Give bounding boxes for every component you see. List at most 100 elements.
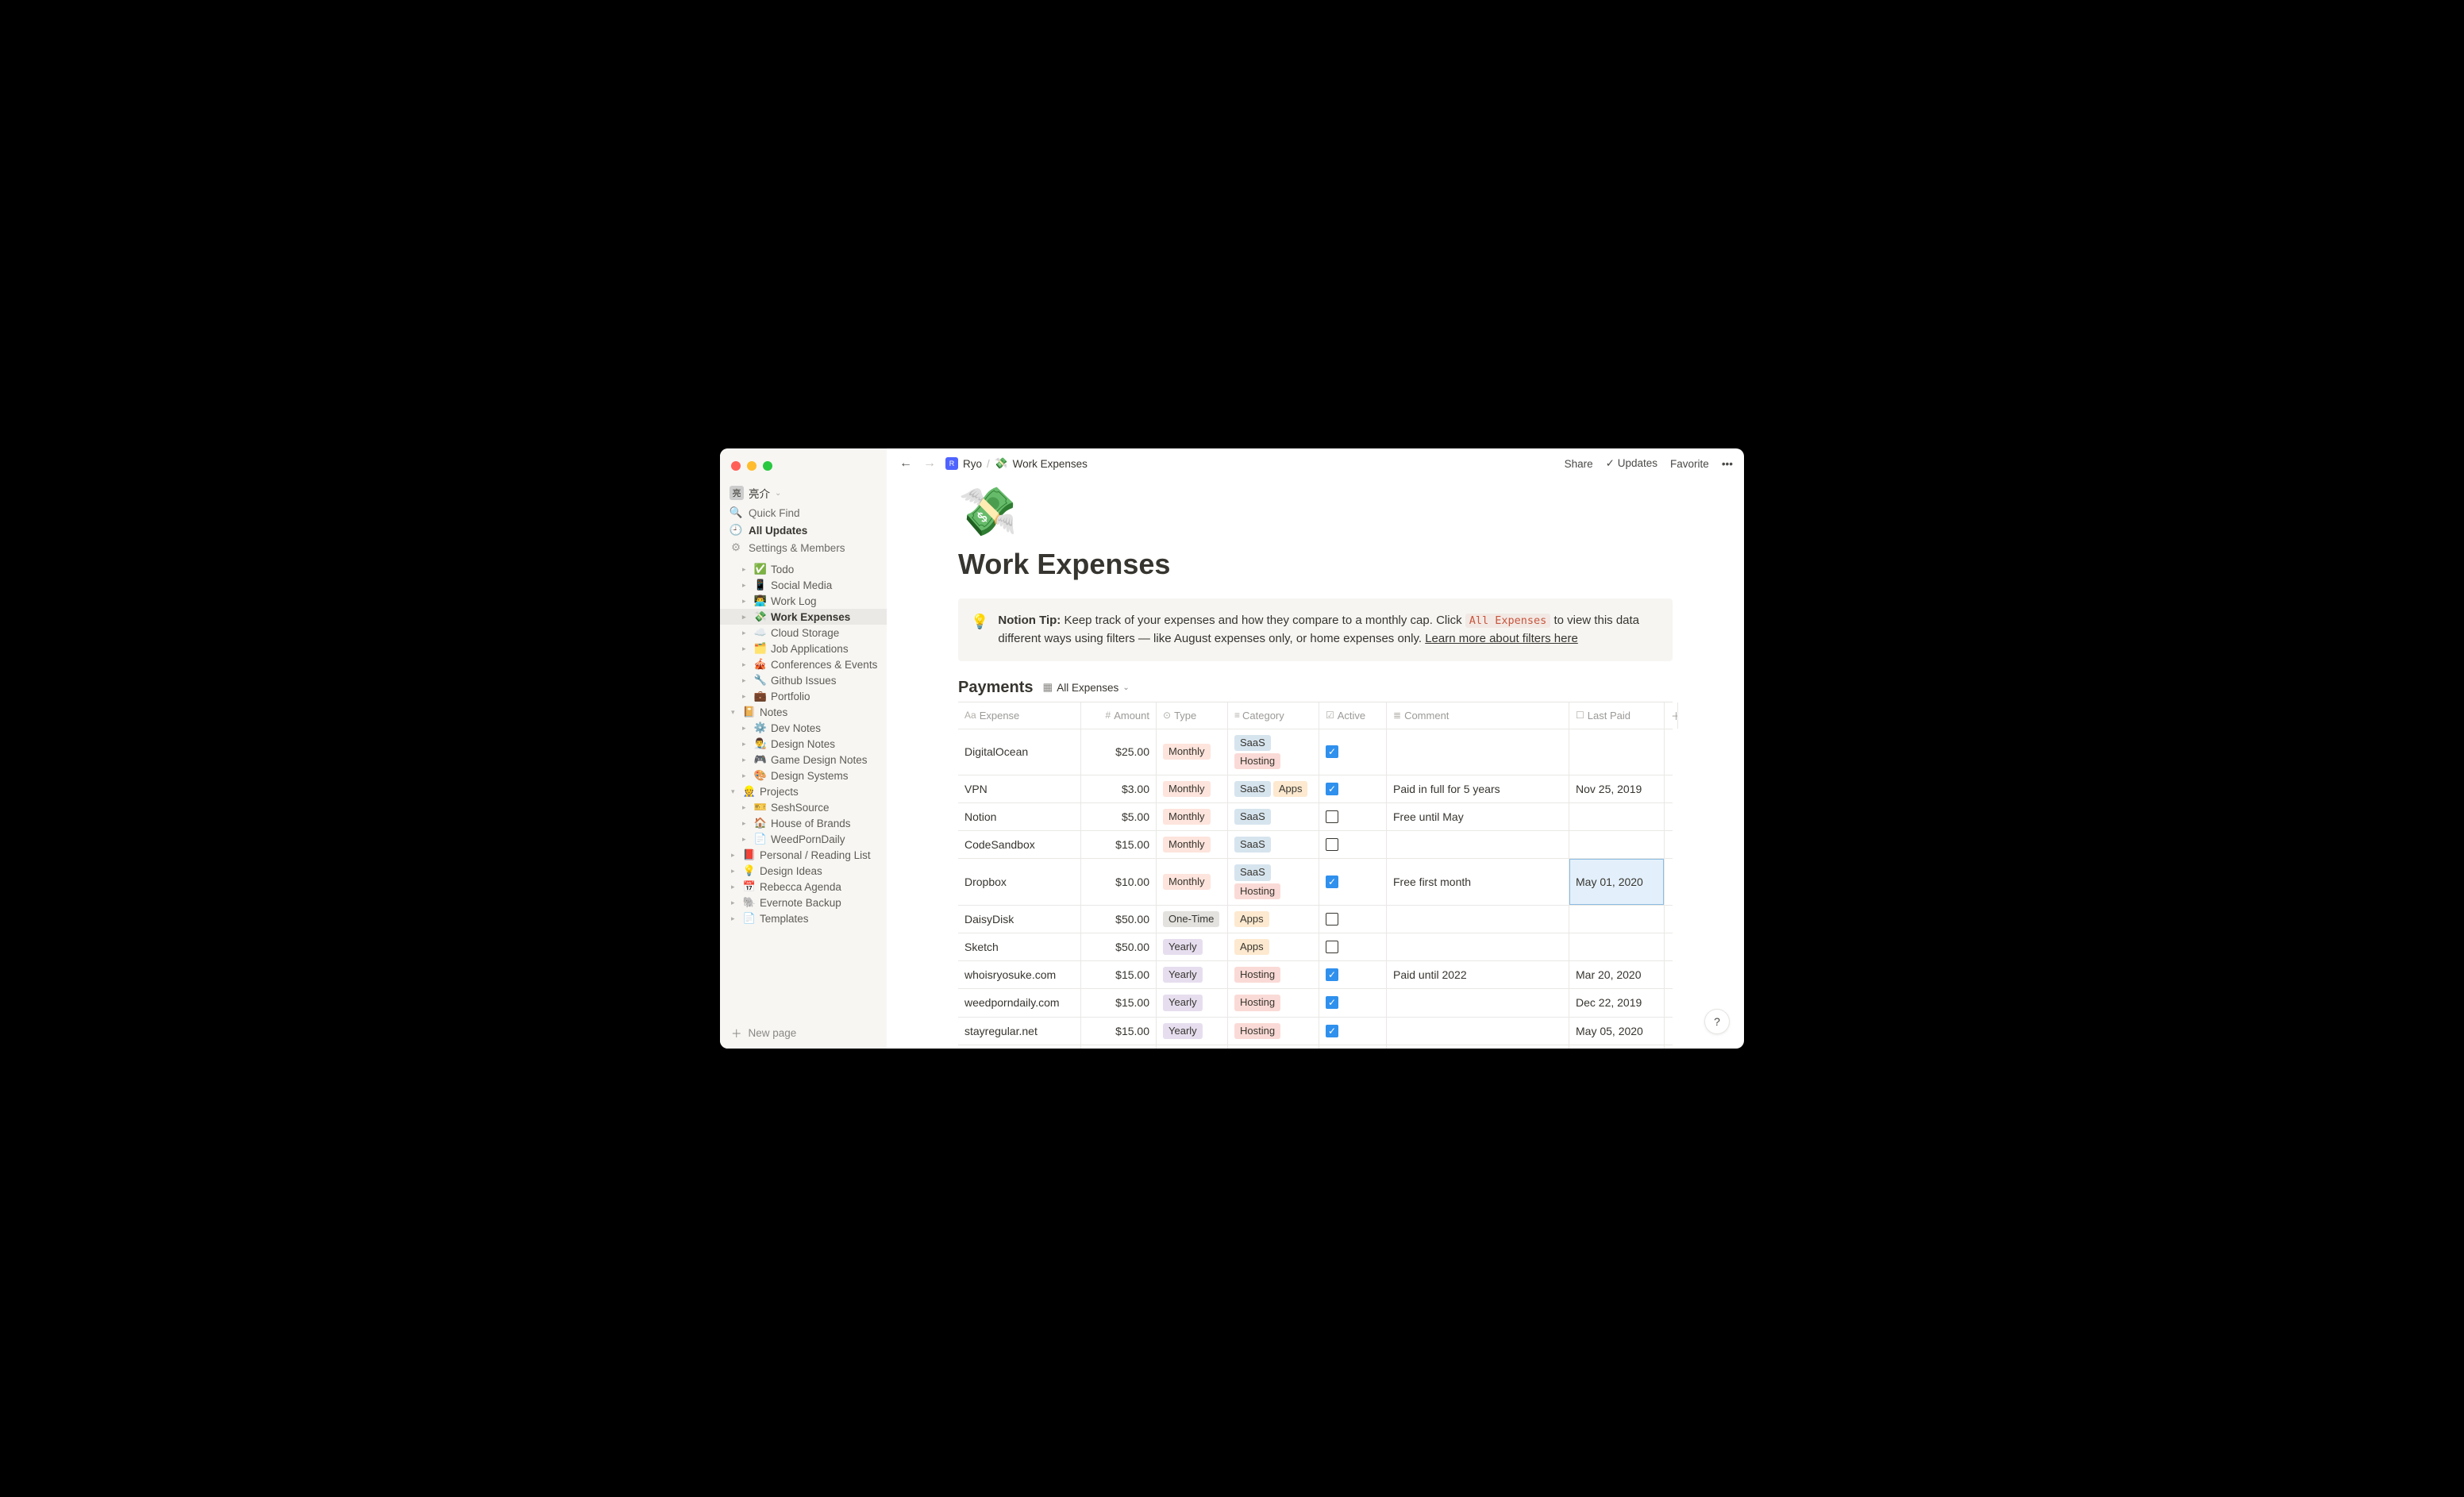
disclosure-triangle-icon[interactable]: ▸ [742, 835, 750, 844]
cell-active[interactable]: ✓ [1319, 859, 1387, 904]
col-expense[interactable]: AaExpense [958, 702, 1081, 729]
sidebar-page-dev-notes[interactable]: ▸⚙️Dev Notes [720, 720, 887, 736]
active-checkbox[interactable]: ✓ [1326, 745, 1338, 758]
add-column-button[interactable]: ＋ [1665, 702, 1678, 729]
cell-expense[interactable]: Sketch [958, 933, 1081, 960]
cell-type[interactable]: Monthly [1157, 775, 1228, 802]
cell-comment[interactable] [1387, 729, 1569, 775]
cell-type[interactable]: Monthly [1157, 831, 1228, 858]
cell-last-paid[interactable]: Dec 22, 2019 [1569, 989, 1665, 1016]
breadcrumb-current[interactable]: Work Expenses [1013, 458, 1088, 470]
active-checkbox[interactable]: ✓ [1326, 875, 1338, 888]
disclosure-triangle-icon[interactable]: ▸ [731, 867, 739, 875]
cell-active[interactable] [1319, 933, 1387, 960]
cell-type[interactable]: Yearly [1157, 1018, 1228, 1045]
table-row[interactable]: kushy.net$15.00YearlyHosting✓Jan 13, 202… [958, 1045, 1673, 1049]
disclosure-triangle-icon[interactable]: ▸ [742, 581, 750, 590]
disclosure-triangle-icon[interactable]: ▸ [731, 851, 739, 860]
close-window-button[interactable] [731, 461, 741, 471]
cell-type[interactable]: Monthly [1157, 729, 1228, 775]
all-updates[interactable]: 🕘 All Updates [720, 521, 887, 539]
disclosure-triangle-icon[interactable]: ▸ [731, 914, 739, 923]
cell-category[interactable]: SaaSHosting [1228, 859, 1319, 904]
sidebar-page-weedporndaily[interactable]: ▸📄WeedPornDaily [720, 831, 887, 847]
table-row[interactable]: DigitalOcean$25.00MonthlySaaSHosting✓ [958, 729, 1673, 775]
disclosure-triangle-icon[interactable]: ▸ [742, 692, 750, 701]
cell-active[interactable] [1319, 803, 1387, 830]
cell-type[interactable]: Monthly [1157, 859, 1228, 904]
active-checkbox[interactable]: ✓ [1326, 783, 1338, 795]
disclosure-triangle-icon[interactable]: ▸ [742, 565, 750, 574]
cell-last-paid[interactable]: Jan 13, 2020 [1569, 1045, 1665, 1049]
cell-type[interactable]: Monthly [1157, 803, 1228, 830]
cell-active[interactable]: ✓ [1319, 1045, 1387, 1049]
cell-last-paid[interactable] [1569, 831, 1665, 858]
disclosure-triangle-icon[interactable]: ▸ [742, 819, 750, 828]
cell-type[interactable]: One-Time [1157, 906, 1228, 933]
cell-expense[interactable]: kushy.net [958, 1045, 1081, 1049]
cell-amount[interactable]: $15.00 [1081, 1045, 1157, 1049]
quick-find[interactable]: 🔍 Quick Find [720, 504, 887, 521]
cell-expense[interactable]: stayregular.net [958, 1018, 1081, 1045]
updates-button[interactable]: ✓ Updates [1606, 457, 1657, 470]
cell-comment[interactable] [1387, 1018, 1569, 1045]
cell-comment[interactable] [1387, 1045, 1569, 1049]
sidebar-page-game-design-notes[interactable]: ▸🎮Game Design Notes [720, 752, 887, 768]
disclosure-triangle-icon[interactable]: ▸ [731, 899, 739, 907]
active-checkbox[interactable]: ✓ [1326, 1025, 1338, 1037]
disclosure-triangle-icon[interactable]: ▸ [742, 645, 750, 653]
disclosure-triangle-icon[interactable]: ▸ [731, 883, 739, 891]
disclosure-triangle-icon[interactable]: ▸ [742, 613, 750, 622]
sidebar-page-todo[interactable]: ▸✅Todo [720, 561, 887, 577]
disclosure-triangle-icon[interactable]: ▸ [742, 660, 750, 669]
workspace-switcher[interactable]: 亮 亮介 ⌄ [720, 482, 887, 504]
database-title[interactable]: Payments [958, 679, 1034, 697]
cell-amount[interactable]: $25.00 [1081, 729, 1157, 775]
cell-category[interactable]: Hosting [1228, 961, 1319, 988]
cell-type[interactable]: Yearly [1157, 989, 1228, 1016]
col-category[interactable]: ≡Category [1228, 702, 1319, 729]
sidebar-page-projects[interactable]: ▾👷Projects [720, 783, 887, 799]
new-page-button[interactable]: ＋ New page [720, 1017, 887, 1049]
cell-type[interactable]: Yearly [1157, 961, 1228, 988]
settings-members[interactable]: ⚙ Settings & Members [720, 539, 887, 556]
active-checkbox[interactable] [1326, 941, 1338, 953]
sidebar-page-seshsource[interactable]: ▸🎫SeshSource [720, 799, 887, 815]
disclosure-triangle-icon[interactable]: ▸ [742, 756, 750, 764]
callout-block[interactable]: 💡 Notion Tip: Keep track of your expense… [958, 598, 1673, 661]
cell-comment[interactable] [1387, 989, 1569, 1016]
table-row[interactable]: Notion$5.00MonthlySaaSFree until May [958, 803, 1673, 831]
cell-amount[interactable]: $3.00 [1081, 775, 1157, 802]
sidebar-page-design-systems[interactable]: ▸🎨Design Systems [720, 768, 887, 783]
nav-back-button[interactable]: ← [898, 456, 914, 471]
cell-comment[interactable]: Free first month [1387, 859, 1569, 904]
cell-expense[interactable]: weedporndaily.com [958, 989, 1081, 1016]
cell-active[interactable] [1319, 906, 1387, 933]
disclosure-triangle-icon[interactable]: ▸ [742, 676, 750, 685]
sidebar-page-house-of-brands[interactable]: ▸🏠House of Brands [720, 815, 887, 831]
sidebar-page-job-applications[interactable]: ▸🗂️Job Applications [720, 641, 887, 656]
disclosure-triangle-icon[interactable]: ▸ [742, 803, 750, 812]
tip-link[interactable]: Learn more about filters here [1425, 632, 1578, 645]
cell-last-paid[interactable]: May 05, 2020 [1569, 1018, 1665, 1045]
sidebar-page-work-expenses[interactable]: ▸💸Work Expenses [720, 609, 887, 625]
cell-amount[interactable]: $10.00 [1081, 859, 1157, 904]
cell-comment[interactable] [1387, 906, 1569, 933]
maximize-window-button[interactable] [763, 461, 772, 471]
active-checkbox[interactable] [1326, 913, 1338, 926]
cell-amount[interactable]: $50.00 [1081, 933, 1157, 960]
table-row[interactable]: weedporndaily.com$15.00YearlyHosting✓Dec… [958, 989, 1673, 1017]
breadcrumb-root[interactable]: Ryo [963, 458, 982, 470]
cell-comment[interactable] [1387, 831, 1569, 858]
table-row[interactable]: Sketch$50.00YearlyApps [958, 933, 1673, 961]
view-switcher[interactable]: ▦ All Expenses ⌄ [1043, 681, 1130, 694]
sidebar-page-templates[interactable]: ▸📄Templates [720, 910, 887, 926]
active-checkbox[interactable] [1326, 810, 1338, 823]
cell-expense[interactable]: whoisryosuke.com [958, 961, 1081, 988]
active-checkbox[interactable]: ✓ [1326, 968, 1338, 981]
sidebar-page-rebecca-agenda[interactable]: ▸📅Rebecca Agenda [720, 879, 887, 895]
col-type[interactable]: ⊙Type [1157, 702, 1228, 729]
cell-category[interactable]: Apps [1228, 906, 1319, 933]
table-row[interactable]: DaisyDisk$50.00One-TimeApps [958, 906, 1673, 933]
cell-category[interactable]: SaaSApps [1228, 775, 1319, 802]
